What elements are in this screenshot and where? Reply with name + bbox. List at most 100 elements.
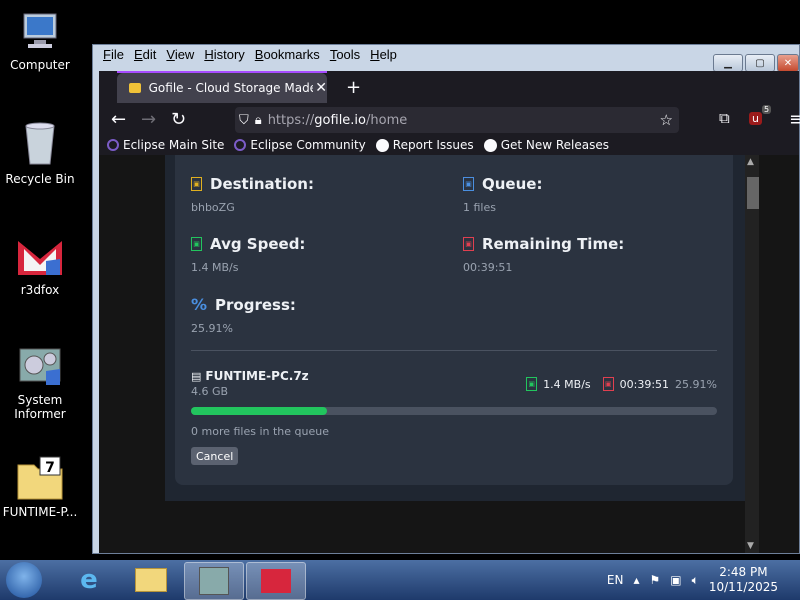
- bookmark-eclipse-community[interactable]: Eclipse Community: [234, 138, 366, 152]
- desktop-icon-recycle-bin[interactable]: Recycle Bin: [0, 120, 80, 186]
- taskbar: e EN ▴ ⚑ ▣ 🔈︎ 2:48 PM 10/11/2025: [0, 560, 800, 600]
- upload-panel: ▣ Destination: bhboZG ▣ Queue: 1 files ▣: [165, 155, 751, 501]
- taskbar-r3dfox[interactable]: [246, 562, 306, 600]
- menu-tools[interactable]: Tools: [330, 47, 360, 65]
- bookmark-report-issues[interactable]: Report Issues: [375, 138, 474, 152]
- menu-help[interactable]: Help: [370, 47, 397, 65]
- taskbar-system-informer[interactable]: [184, 562, 244, 600]
- scroll-thumb[interactable]: [747, 177, 759, 209]
- desktop-icon-system-informer[interactable]: System Informer: [0, 345, 80, 421]
- minimize-button[interactable]: ▁: [713, 54, 743, 72]
- upload-progress-fill: [191, 407, 328, 415]
- avg-speed-value: 1.4 MB/s: [191, 261, 239, 274]
- browser-chrome: Gofile - Cloud Storage Made Sir ✕ + ← → …: [99, 71, 800, 155]
- show-hidden-icons-icon[interactable]: ▴: [633, 573, 639, 587]
- clock-date: 10/11/2025: [708, 580, 778, 594]
- shield-icon[interactable]: ⛉: [239, 113, 249, 128]
- navigation-toolbar: ← → ↻ ⛉ 🔒︎ https://gofile.io/home ☆ ⧉ u …: [99, 105, 800, 135]
- network-icon[interactable]: ▣: [670, 573, 681, 587]
- url-host: gofile.io: [314, 112, 366, 128]
- clock-icon: ▣: [602, 377, 614, 391]
- percent-icon: %: [191, 295, 208, 314]
- menu-history[interactable]: History: [204, 47, 244, 65]
- queue-remaining-text: 0 more files in the queue: [191, 425, 329, 438]
- close-window-button[interactable]: ✕: [777, 54, 799, 72]
- remaining-time-stat: ▣ Remaining Time: 00:39:51: [463, 235, 624, 274]
- menu-file[interactable]: File: [103, 47, 124, 65]
- cancel-button[interactable]: Cancel: [191, 447, 239, 465]
- queue-value: 1 files: [463, 201, 496, 214]
- queue-stat: ▣ Queue: 1 files: [463, 175, 542, 214]
- github-icon: [483, 138, 497, 152]
- eclipse-icon: [234, 139, 247, 151]
- file-time: 00:39:51: [619, 377, 670, 391]
- eclipse-icon: [107, 139, 119, 151]
- avg-speed-stat: ▣ Avg Speed: 1.4 MB/s: [191, 235, 305, 274]
- 7zip-archive-icon: 7: [17, 456, 63, 500]
- url-bar[interactable]: ⛉ 🔒︎ https://gofile.io/home ☆: [235, 107, 679, 133]
- new-tab-button[interactable]: +: [346, 77, 361, 98]
- ublock-icon[interactable]: u: [749, 112, 762, 125]
- flag-icon[interactable]: ⚑: [650, 573, 661, 587]
- file-percent: 25.91%: [675, 377, 717, 391]
- computer-icon: [23, 13, 57, 48]
- queue-list-icon: ▣: [463, 177, 474, 191]
- clock[interactable]: 2:48 PM 10/11/2025: [709, 565, 778, 595]
- taskbar-explorer[interactable]: [122, 562, 180, 598]
- speed-icon: ▣: [191, 237, 202, 251]
- volume-muted-icon[interactable]: 🔈︎: [692, 573, 699, 588]
- file-meta: ▣ 1.4 MB/s ▣ 00:39:51 25.91%: [526, 377, 717, 391]
- file-name: FUNTIME-PC.7z: [205, 369, 309, 383]
- scroll-down-icon[interactable]: ▼: [747, 541, 754, 551]
- reload-icon[interactable]: ↻: [171, 109, 186, 130]
- tab-gofile[interactable]: Gofile - Cloud Storage Made Sir ✕: [117, 73, 327, 103]
- desktop-icon-computer[interactable]: Computer: [0, 10, 80, 72]
- bookmark-label: Get New Releases: [500, 138, 610, 152]
- forward-arrow-icon[interactable]: →: [141, 109, 156, 130]
- extensions-puzzle-icon[interactable]: ⧉: [719, 109, 730, 127]
- hamburger-menu-icon[interactable]: ≡: [789, 109, 800, 130]
- back-arrow-icon[interactable]: ←: [111, 109, 126, 130]
- speed-icon: ▣: [526, 377, 538, 391]
- desktop-icon-label: Computer: [10, 58, 70, 72]
- desktop-icon-label: r3dfox: [20, 283, 60, 297]
- file-speed: 1.4 MB/s: [543, 377, 591, 391]
- start-button[interactable]: [6, 562, 42, 598]
- desktop-icon-label: FUNTIME-P...: [2, 505, 78, 519]
- lock-icon[interactable]: 🔒︎: [255, 113, 262, 128]
- tab-title: Gofile - Cloud Storage Made Sir: [148, 81, 314, 95]
- remaining-time-value: 00:39:51: [463, 261, 513, 274]
- folder-icon: ▣: [191, 177, 202, 191]
- language-indicator[interactable]: EN: [607, 573, 624, 587]
- taskbar-internet-explorer[interactable]: e: [60, 562, 118, 598]
- file-icon: ▤: [191, 369, 202, 383]
- file-size: 4.6 GB: [191, 385, 229, 398]
- system-informer-icon: [199, 567, 229, 595]
- destination-stat: ▣ Destination: bhboZG: [191, 175, 314, 214]
- bookmark-eclipse-main[interactable]: Eclipse Main Site: [107, 138, 224, 152]
- scroll-up-icon[interactable]: ▲: [747, 157, 754, 167]
- menu-view[interactable]: View: [166, 47, 194, 65]
- menu-bar: File Edit View History Bookmarks Tools H…: [103, 47, 397, 65]
- folder-icon: [135, 568, 167, 592]
- github-icon: [375, 138, 389, 152]
- progress-value: 25.91%: [191, 322, 233, 335]
- scrollbar[interactable]: ▲ ▼: [745, 155, 759, 553]
- upload-progress-bar: [191, 407, 717, 415]
- close-tab-icon[interactable]: ✕: [315, 80, 327, 96]
- maximize-button[interactable]: ▢: [745, 54, 775, 72]
- desktop-icon-r3dfox[interactable]: r3dfox: [0, 235, 80, 297]
- page-content: ▣ Destination: bhboZG ▣ Queue: 1 files ▣: [99, 155, 799, 553]
- destination-label: Destination:: [210, 175, 314, 193]
- remaining-time-label: Remaining Time:: [482, 235, 625, 253]
- bookmark-label: Eclipse Main Site: [123, 138, 225, 152]
- menu-bookmarks[interactable]: Bookmarks: [255, 47, 320, 65]
- menu-edit[interactable]: Edit: [134, 47, 156, 65]
- bookmark-star-icon[interactable]: ☆: [660, 111, 673, 129]
- system-informer-icon: [19, 348, 61, 385]
- bookmark-get-new-releases[interactable]: Get New Releases: [483, 138, 610, 152]
- bookmark-label: Report Issues: [392, 138, 474, 152]
- desktop-icon-funtime-archive[interactable]: 7 FUNTIME-P...: [0, 455, 80, 519]
- r3dfox-icon: [261, 569, 291, 593]
- url-protocol: https://: [267, 112, 315, 128]
